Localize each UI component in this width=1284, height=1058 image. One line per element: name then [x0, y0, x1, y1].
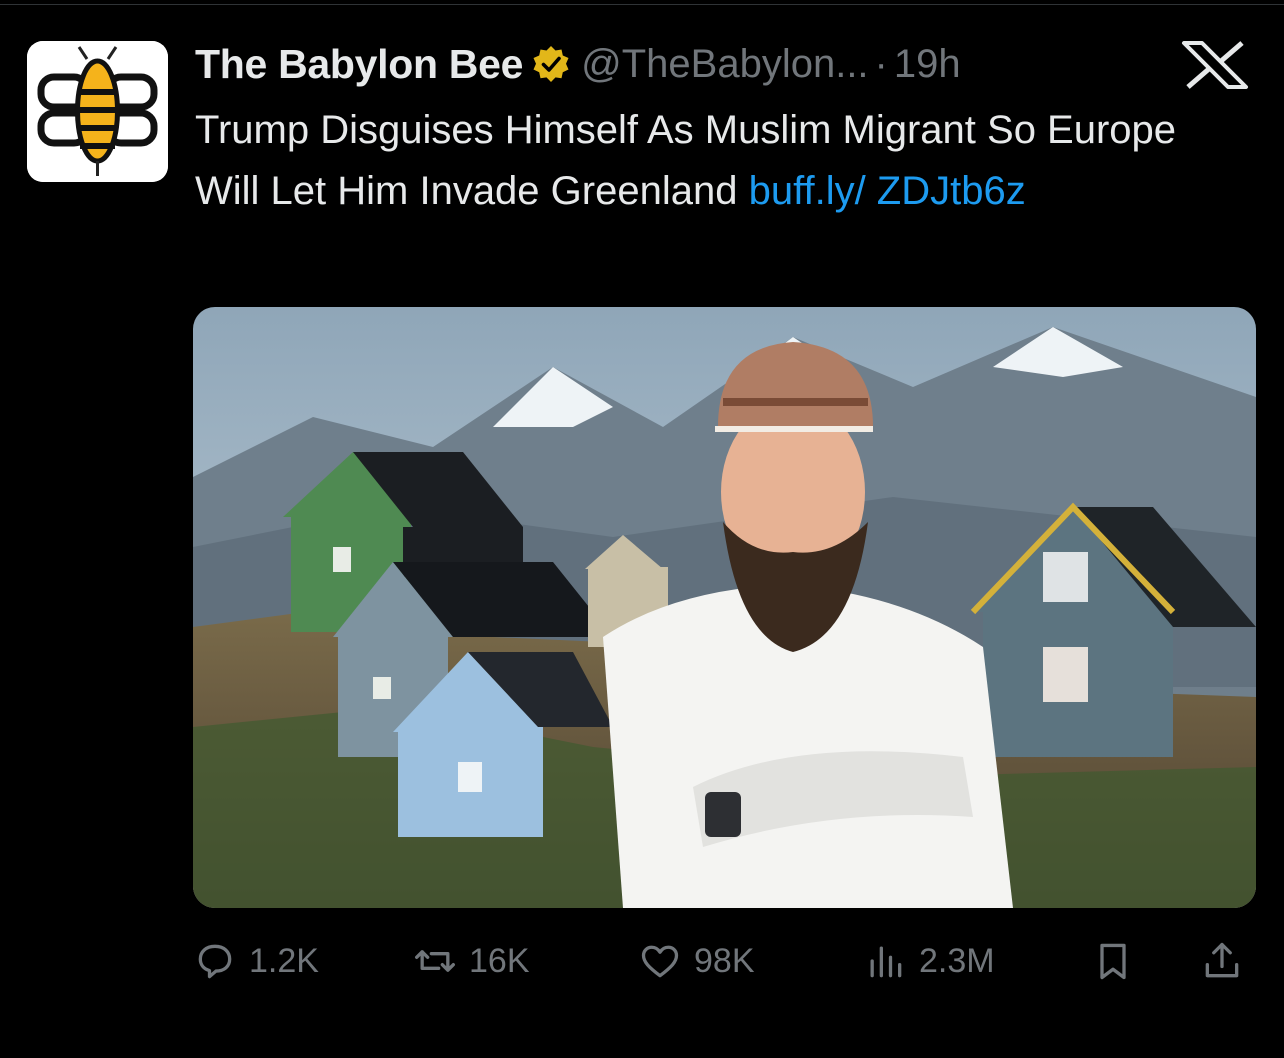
display-name[interactable]: The Babylon Bee	[195, 41, 523, 88]
repost-count: 16K	[469, 941, 530, 980]
tweet-card[interactable]: The Babylon Bee @TheBabylon... · 19h Tru…	[0, 0, 1284, 1058]
heart-icon	[641, 945, 679, 978]
reply-icon	[198, 944, 232, 979]
handle[interactable]: @TheBabylon...	[581, 42, 868, 87]
bookmark-icon	[1100, 943, 1126, 980]
views-count: 2.3M	[919, 941, 995, 980]
like-count: 98K	[694, 941, 755, 980]
x-logo-icon[interactable]	[1180, 40, 1250, 90]
repost-button[interactable]: 16K	[413, 930, 530, 992]
timestamp[interactable]: 19h	[894, 42, 961, 87]
verified-badge-icon[interactable]	[531, 44, 571, 84]
separator: ·	[874, 41, 888, 86]
share-button[interactable]	[1200, 930, 1256, 992]
views-button[interactable]: 2.3M	[863, 930, 995, 992]
tweet-body: Trump Disguises Himself As Muslim Migran…	[195, 108, 1177, 213]
share-icon	[1205, 942, 1239, 978]
reply-count: 1.2K	[249, 941, 319, 980]
views-icon	[870, 946, 902, 978]
repost-icon	[415, 950, 455, 972]
tweet-photo	[193, 307, 1256, 908]
tweet-text: Trump Disguises Himself As Muslim Migran…	[195, 100, 1245, 222]
tweet-image[interactable]	[193, 307, 1256, 908]
babylon-bee-logo-icon	[27, 41, 168, 182]
reply-button[interactable]: 1.2K	[193, 930, 319, 992]
avatar[interactable]	[27, 41, 168, 182]
tweet-header: The Babylon Bee @TheBabylon... · 19h	[195, 38, 961, 90]
bookmark-button[interactable]	[1091, 930, 1147, 992]
tweet-link[interactable]: buff.ly/ ZDJtb6z	[749, 169, 1026, 213]
divider	[0, 4, 1284, 5]
like-button[interactable]: 98K	[638, 930, 755, 992]
action-bar: 1.2K 16K 98K 2.3M	[193, 930, 1256, 992]
